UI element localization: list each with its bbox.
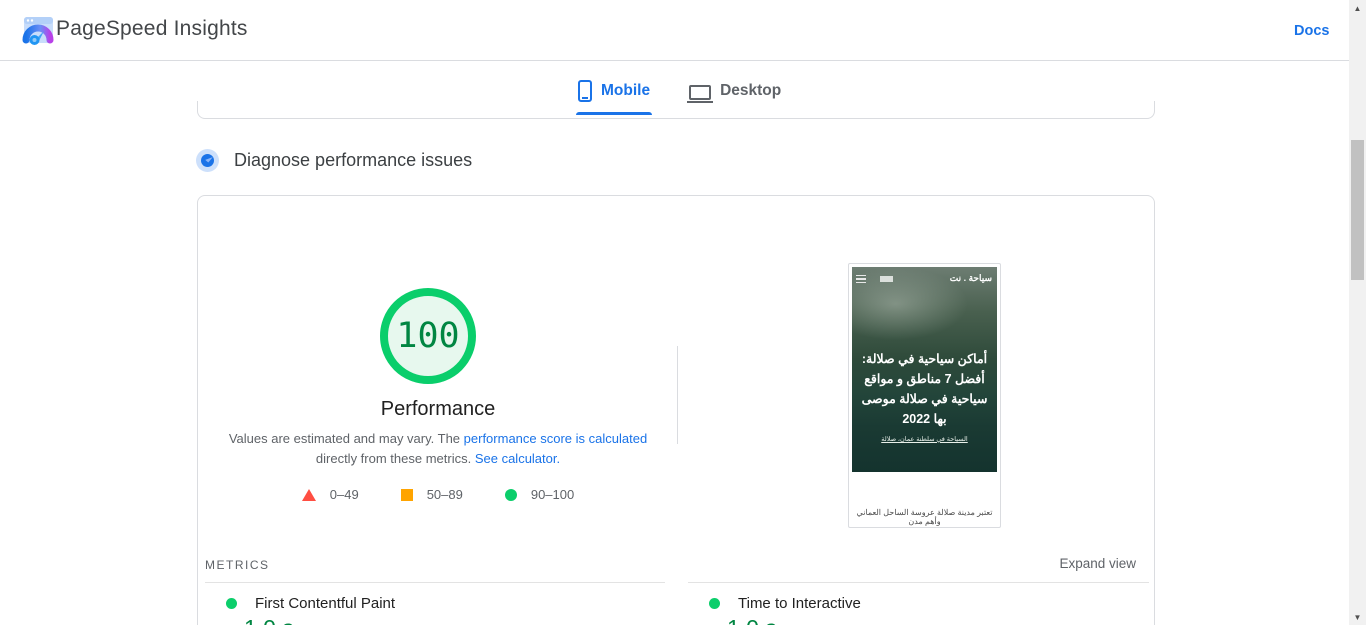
scrollbar-thumb[interactable]: [1351, 140, 1364, 280]
performance-score-gauge[interactable]: 100: [380, 288, 476, 384]
legend-average-range: 50–89: [426, 487, 463, 502]
metrics-divider-left: [205, 582, 665, 583]
metric-name: First Contentful Paint: [255, 595, 396, 612]
metric-fcp-value: 1.0 s: [244, 615, 294, 625]
app-title: PageSpeed Insights: [56, 17, 248, 40]
score-description-text2: directly from these metrics.: [315, 451, 475, 466]
score-description-text1: Values are estimated and may vary. The: [228, 431, 464, 446]
diagnose-section-header: Diagnose performance issues: [196, 149, 472, 172]
screenshot-caption: تعتبر مدينة صلالة عروسة الساحل العماني و…: [856, 508, 993, 526]
metric-name: Time to Interactive: [738, 595, 861, 612]
screenshot-image: سياحة . نت أماكن سياحية في صلالة: أفضل 7…: [852, 267, 997, 472]
docs-link[interactable]: Docs: [1294, 23, 1329, 39]
screenshot-site-name: سياحة . نت: [949, 273, 992, 283]
hamburger-menu-icon: [856, 275, 866, 283]
metrics-divider-right: [688, 582, 1149, 583]
metric-first-contentful-paint: First Contentful Paint: [226, 595, 395, 612]
final-screenshot-thumbnail[interactable]: سياحة . نت أماكن سياحية في صلالة: أفضل 7…: [848, 263, 1001, 528]
pass-circle-icon: [504, 488, 517, 501]
legend-fail-range: 0–49: [329, 487, 359, 502]
tab-desktop[interactable]: Desktop: [687, 74, 783, 108]
performance-report-card: 100 Performance Values are estimated and…: [197, 195, 1155, 625]
performance-score-value: 100: [396, 316, 460, 356]
legend-item-average: 50–89: [400, 487, 463, 502]
screenshot-logo-placeholder: [880, 276, 893, 282]
score-description: Values are estimated and may vary. The p…: [218, 429, 658, 469]
performance-category-label: Performance: [380, 398, 496, 420]
device-tabs: Mobile Desktop: [576, 74, 783, 115]
see-calculator-link[interactable]: See calculator.: [475, 451, 560, 466]
pass-status-icon: [226, 598, 237, 609]
tab-desktop-label: Desktop: [720, 82, 782, 99]
screenshot-page-subtitle: السياحة في سلطنة عمان، صلالة: [881, 436, 968, 443]
pass-status-icon: [709, 598, 720, 609]
tab-mobile[interactable]: Mobile: [576, 74, 653, 115]
vertical-scrollbar[interactable]: ▲ ▼: [1349, 0, 1366, 625]
section-title: Diagnose performance issues: [234, 150, 473, 170]
legend-item-fail: 0–49: [301, 487, 359, 502]
gauge-screenshot-divider: [677, 346, 678, 444]
gauge-icon: [196, 149, 219, 172]
metric-time-to-interactive: Time to Interactive: [709, 595, 861, 612]
expand-view-button[interactable]: Expand view: [1059, 556, 1136, 571]
score-calculation-link[interactable]: performance score is calculated: [464, 431, 648, 446]
pagespeed-insights-page: PageSpeed Insights Docs Mobile Desktop D…: [0, 0, 1366, 625]
fail-triangle-icon: [301, 488, 316, 501]
app-header: PageSpeed Insights Docs: [0, 0, 1366, 61]
tab-mobile-label: Mobile: [601, 82, 651, 99]
score-scale-legend: 0–49 50–89 90–100: [218, 487, 658, 502]
scroll-up-arrow-icon[interactable]: ▲: [1349, 0, 1366, 16]
legend-pass-range: 90–100: [530, 487, 575, 502]
average-square-icon: [400, 488, 413, 501]
metrics-heading: METRICS: [205, 558, 270, 572]
desktop-laptop-icon: [687, 84, 714, 103]
active-tab-underline: [576, 112, 653, 115]
scroll-down-arrow-icon[interactable]: ▼: [1349, 609, 1366, 625]
metric-tti-value: 1.0 s: [727, 615, 777, 625]
screenshot-page-title: أماكن سياحية في صلالة: أفضل 7 مناطق و مو…: [861, 352, 988, 426]
pagespeed-logo-icon: [22, 17, 54, 45]
mobile-phone-icon: [578, 80, 592, 102]
legend-item-pass: 90–100: [504, 487, 575, 502]
